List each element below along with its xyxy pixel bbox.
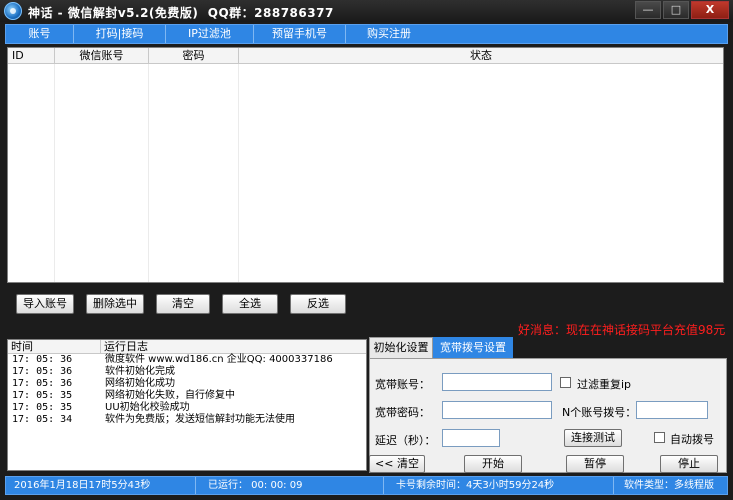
n-accounts-dial-label: N个账号拨号： bbox=[562, 406, 637, 419]
status-bar: 2016年1月18日17时5分43秒 已运行： 00: 00: 09 卡号剩余时… bbox=[5, 476, 728, 495]
maximize-button[interactable]: □ bbox=[663, 1, 689, 19]
column-wechat-account[interactable]: 微信账号 bbox=[55, 48, 149, 63]
n-accounts-dial-input[interactable] bbox=[636, 401, 708, 419]
log-column-message: 运行日志 bbox=[104, 340, 148, 353]
log-row: 17: 05: 36 微度软件 www.wd186.cn 企业QQ: 400033… bbox=[8, 354, 366, 366]
tab-broadband-dial[interactable]: 宽带拨号设置 bbox=[433, 337, 513, 359]
pause-button[interactable]: 暂停 bbox=[566, 455, 624, 473]
account-actions: 导入账号 删除选中 清空 全选 反选 bbox=[16, 294, 346, 314]
account-table-body[interactable] bbox=[8, 64, 723, 282]
menu-ip-filter-pool[interactable]: IP过滤池 bbox=[166, 25, 254, 43]
broadband-account-input[interactable] bbox=[442, 373, 552, 391]
auto-dial-label: 自动拨号 bbox=[670, 433, 714, 446]
account-table[interactable]: ID 微信账号 密码 状态 bbox=[7, 47, 724, 283]
app-logo-icon bbox=[4, 2, 22, 20]
delay-seconds-input[interactable] bbox=[442, 429, 500, 447]
settings-panel: 初始化设置 宽带拨号设置 宽带账号： 过滤重复ip 宽带密码： N个账号拨号： … bbox=[369, 337, 727, 473]
column-status[interactable]: 状态 bbox=[239, 48, 723, 63]
status-software-type: 软件类型：多线程版 bbox=[624, 480, 714, 491]
menu-reserved-phone[interactable]: 预留手机号 bbox=[254, 25, 346, 43]
log-message: UU初始化校验成功 bbox=[105, 402, 190, 413]
clear-log-button[interactable]: << 清空 bbox=[369, 455, 425, 473]
log-row: 17: 05: 34 软件为免费版；发送短信解封功能无法使用 bbox=[8, 414, 366, 426]
status-datetime: 2016年1月18日17时5分43秒 bbox=[6, 477, 196, 494]
tab-init-settings[interactable]: 初始化设置 bbox=[369, 337, 433, 359]
status-card-remaining: 卡号剩余时间：4天3小时59分24秒 bbox=[388, 477, 614, 494]
run-log[interactable]: 时间 运行日志 17: 05: 36 微度软件 www.wd186.cn 企业QQ… bbox=[7, 339, 367, 471]
status-running-time: 已运行： 00: 00: 09 bbox=[200, 477, 384, 494]
broadband-password-label: 宽带密码： bbox=[375, 406, 430, 419]
import-accounts-button[interactable]: 导入账号 bbox=[16, 294, 74, 314]
log-message: 网络初始化失败，自行修复中 bbox=[105, 390, 235, 401]
broadband-password-input[interactable] bbox=[442, 401, 552, 419]
column-id[interactable]: ID bbox=[8, 48, 55, 63]
filter-duplicate-ip-checkbox[interactable] bbox=[560, 377, 571, 388]
delete-selected-button[interactable]: 删除选中 bbox=[86, 294, 144, 314]
app-window: 神话 - 微信解封v5.2(免费版) QQ群：288786377 — □ X 账… bbox=[0, 0, 733, 500]
log-time: 17: 05: 34 bbox=[12, 414, 73, 425]
menu-captcha-sms[interactable]: 打码|接码 bbox=[74, 25, 166, 43]
menu-account[interactable]: 账号 bbox=[6, 25, 74, 43]
log-time: 17: 05: 36 bbox=[12, 366, 73, 377]
select-all-button[interactable]: 全选 bbox=[222, 294, 278, 314]
log-row: 17: 05: 36 网络初始化成功 bbox=[8, 378, 366, 390]
run-log-header: 时间 运行日志 bbox=[8, 340, 366, 354]
clear-accounts-button[interactable]: 清空 bbox=[156, 294, 210, 314]
log-row: 17: 05: 35 网络初始化失败，自行修复中 bbox=[8, 390, 366, 402]
log-time: 17: 05: 36 bbox=[12, 378, 73, 389]
log-message: 软件为免费版；发送短信解封功能无法使用 bbox=[105, 414, 295, 425]
window-title: 神话 - 微信解封v5.2(免费版) QQ群：288786377 bbox=[28, 6, 334, 20]
account-table-header: ID 微信账号 密码 状态 bbox=[8, 48, 723, 64]
log-time: 17: 05: 36 bbox=[12, 354, 73, 365]
menu-bar: 账号 打码|接码 IP过滤池 预留手机号 购买注册 bbox=[5, 24, 728, 44]
log-column-time: 时间 bbox=[8, 340, 101, 353]
start-button[interactable]: 开始 bbox=[464, 455, 522, 473]
log-time: 17: 05: 35 bbox=[12, 402, 73, 413]
test-connection-button[interactable]: 连接测试 bbox=[564, 429, 622, 447]
close-button[interactable]: X bbox=[691, 1, 729, 19]
log-message: 微度软件 www.wd186.cn 企业QQ: 4000337186 bbox=[105, 354, 333, 365]
title-bar[interactable]: 神话 - 微信解封v5.2(免费版) QQ群：288786377 — □ X bbox=[0, 0, 733, 22]
log-row: 17: 05: 35 UU初始化校验成功 bbox=[8, 402, 366, 414]
log-message: 软件初始化完成 bbox=[105, 366, 175, 377]
log-message: 网络初始化成功 bbox=[105, 378, 175, 389]
log-row: 17: 05: 36 软件初始化完成 bbox=[8, 366, 366, 378]
menu-buy-register[interactable]: 购买注册 bbox=[346, 25, 432, 43]
promo-message: 好消息：现在在神话接码平台充值98元 bbox=[518, 323, 726, 337]
auto-dial-checkbox[interactable] bbox=[654, 432, 665, 443]
filter-duplicate-ip-label: 过滤重复ip bbox=[577, 378, 632, 391]
broadband-account-label: 宽带账号： bbox=[375, 378, 430, 391]
stop-button[interactable]: 停止 bbox=[660, 455, 718, 473]
delay-seconds-label: 延迟（秒）： bbox=[375, 434, 436, 447]
column-password[interactable]: 密码 bbox=[149, 48, 239, 63]
minimize-button[interactable]: — bbox=[635, 1, 661, 19]
window-controls: — □ X bbox=[633, 1, 729, 19]
log-time: 17: 05: 35 bbox=[12, 390, 73, 401]
invert-selection-button[interactable]: 反选 bbox=[290, 294, 346, 314]
